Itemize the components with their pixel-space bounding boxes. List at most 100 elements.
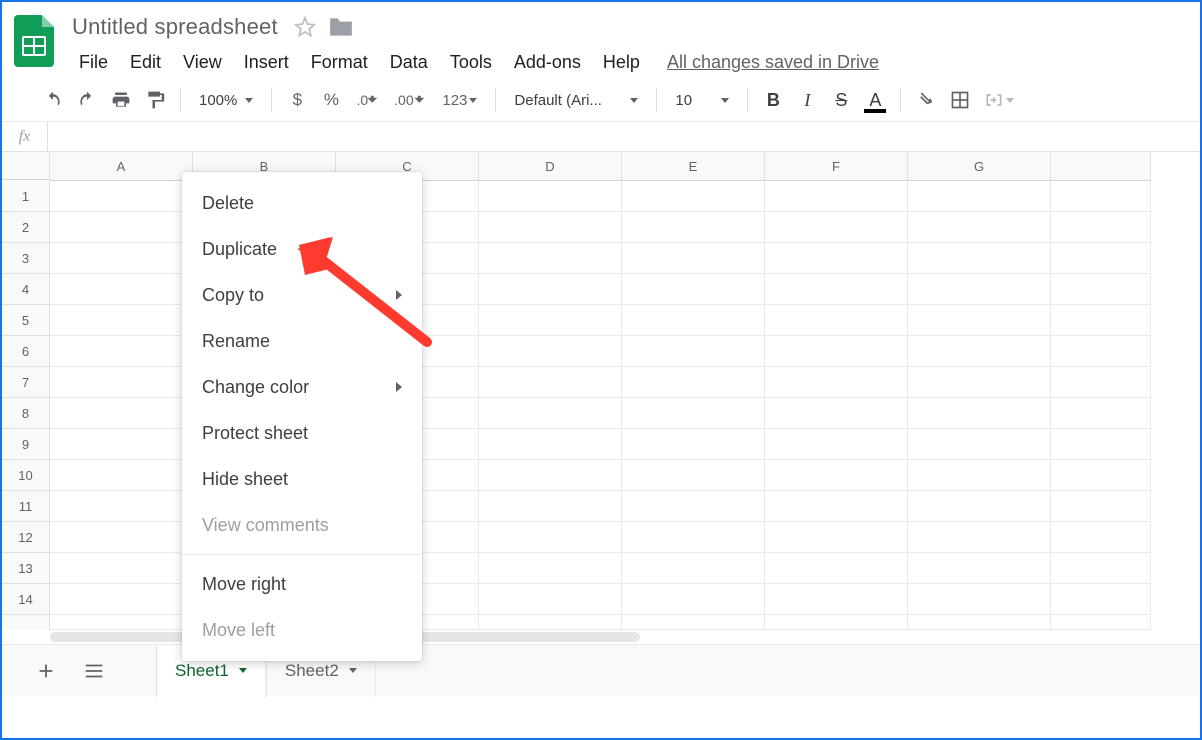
menu-addons[interactable]: Add-ons xyxy=(503,48,592,77)
borders-button[interactable] xyxy=(945,85,975,115)
cell[interactable] xyxy=(908,212,1051,243)
cell[interactable] xyxy=(765,212,908,243)
cell[interactable] xyxy=(479,460,622,491)
cell[interactable] xyxy=(908,460,1051,491)
row-header[interactable]: 4 xyxy=(2,274,50,305)
row-header[interactable]: 13 xyxy=(2,553,50,584)
context-menu-change-color[interactable]: Change color xyxy=(182,364,422,410)
cell[interactable] xyxy=(908,274,1051,305)
row-header[interactable]: 2 xyxy=(2,212,50,243)
menu-data[interactable]: Data xyxy=(379,48,439,77)
row-header[interactable]: 6 xyxy=(2,336,50,367)
cell[interactable] xyxy=(479,274,622,305)
save-status-link[interactable]: All changes saved in Drive xyxy=(659,48,887,77)
cell[interactable] xyxy=(1051,460,1151,491)
cell[interactable] xyxy=(479,398,622,429)
cell[interactable] xyxy=(908,243,1051,274)
row-header[interactable]: 12 xyxy=(2,522,50,553)
cell[interactable] xyxy=(622,336,765,367)
context-menu-hide-sheet[interactable]: Hide sheet xyxy=(182,456,422,502)
context-menu-copy-to[interactable]: Copy to xyxy=(182,272,422,318)
cell[interactable] xyxy=(50,522,193,553)
cell[interactable] xyxy=(908,584,1051,615)
italic-button[interactable]: I xyxy=(792,85,822,115)
cell[interactable] xyxy=(908,398,1051,429)
cell[interactable] xyxy=(50,212,193,243)
cell[interactable] xyxy=(765,398,908,429)
all-sheets-button[interactable] xyxy=(78,655,110,687)
row-header[interactable]: 1 xyxy=(2,181,50,212)
cell[interactable] xyxy=(50,367,193,398)
column-header[interactable]: E xyxy=(622,152,765,180)
menu-help[interactable]: Help xyxy=(592,48,651,77)
menu-view[interactable]: View xyxy=(172,48,233,77)
row-header[interactable]: 8 xyxy=(2,398,50,429)
column-header[interactable]: F xyxy=(765,152,908,180)
cell[interactable] xyxy=(622,243,765,274)
cell[interactable] xyxy=(908,336,1051,367)
cell[interactable] xyxy=(622,274,765,305)
cell[interactable] xyxy=(1051,615,1151,630)
menu-file[interactable]: File xyxy=(68,48,119,77)
menu-format[interactable]: Format xyxy=(300,48,379,77)
row-header[interactable] xyxy=(2,615,50,630)
formula-input[interactable] xyxy=(48,122,1200,151)
context-menu-protect-sheet[interactable]: Protect sheet xyxy=(182,410,422,456)
font-family-dropdown[interactable]: Default (Ari... xyxy=(506,85,646,115)
context-menu-duplicate[interactable]: Duplicate xyxy=(182,226,422,272)
print-button[interactable] xyxy=(106,85,136,115)
cell[interactable] xyxy=(479,615,622,630)
folder-icon[interactable] xyxy=(328,16,354,38)
cell[interactable] xyxy=(765,615,908,630)
fill-color-button[interactable] xyxy=(911,85,941,115)
cell[interactable] xyxy=(622,305,765,336)
cell[interactable] xyxy=(1051,584,1151,615)
number-format-dropdown[interactable]: 123 xyxy=(434,85,485,115)
cell[interactable] xyxy=(622,429,765,460)
cell[interactable] xyxy=(765,181,908,212)
cell[interactable] xyxy=(765,274,908,305)
font-size-dropdown[interactable]: 10 xyxy=(667,85,737,115)
column-header[interactable]: D xyxy=(479,152,622,180)
cell[interactable] xyxy=(50,243,193,274)
cell[interactable] xyxy=(1051,522,1151,553)
context-menu-delete[interactable]: Delete xyxy=(182,180,422,226)
row-header[interactable]: 3 xyxy=(2,243,50,274)
cell[interactable] xyxy=(479,181,622,212)
cell[interactable] xyxy=(908,615,1051,630)
cell[interactable] xyxy=(765,305,908,336)
cell[interactable] xyxy=(765,460,908,491)
cell[interactable] xyxy=(479,491,622,522)
cell[interactable] xyxy=(765,584,908,615)
cell[interactable] xyxy=(479,584,622,615)
cell[interactable] xyxy=(908,491,1051,522)
undo-button[interactable] xyxy=(38,85,68,115)
cell[interactable] xyxy=(479,429,622,460)
row-header[interactable]: 14 xyxy=(2,584,50,615)
cell[interactable] xyxy=(1051,367,1151,398)
cell[interactable] xyxy=(765,491,908,522)
cell[interactable] xyxy=(622,491,765,522)
cell[interactable] xyxy=(622,615,765,630)
cell[interactable] xyxy=(908,305,1051,336)
cell[interactable] xyxy=(622,522,765,553)
cell[interactable] xyxy=(622,398,765,429)
cell[interactable] xyxy=(1051,429,1151,460)
cell[interactable] xyxy=(50,398,193,429)
cell[interactable] xyxy=(622,212,765,243)
cell[interactable] xyxy=(908,522,1051,553)
cell[interactable] xyxy=(908,367,1051,398)
menu-tools[interactable]: Tools xyxy=(439,48,503,77)
cell[interactable] xyxy=(50,460,193,491)
cell[interactable] xyxy=(50,274,193,305)
row-header[interactable]: 11 xyxy=(2,491,50,522)
cell[interactable] xyxy=(622,460,765,491)
cell[interactable] xyxy=(622,367,765,398)
column-header[interactable]: G xyxy=(908,152,1051,180)
cell[interactable] xyxy=(479,553,622,584)
add-sheet-button[interactable] xyxy=(30,655,62,687)
cell[interactable] xyxy=(622,584,765,615)
cell[interactable] xyxy=(1051,274,1151,305)
cell[interactable] xyxy=(50,584,193,615)
cell[interactable] xyxy=(50,615,193,630)
